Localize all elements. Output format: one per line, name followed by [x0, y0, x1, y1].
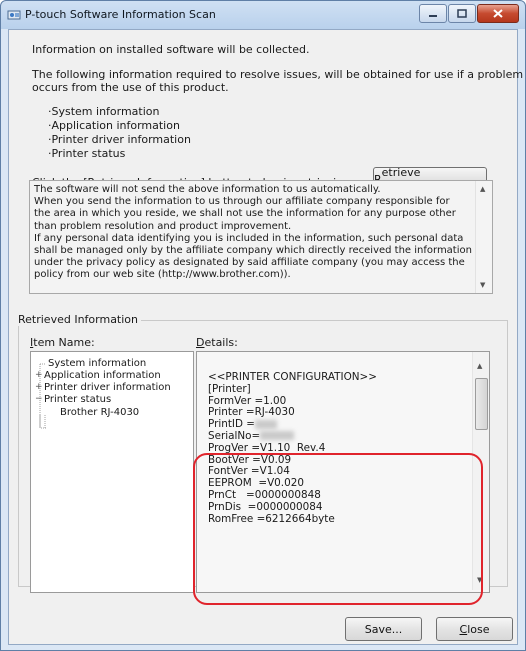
tree-item-printer-status[interactable]: Printer status: [44, 394, 111, 405]
app-icon: [7, 10, 21, 20]
details-highlight-outline: [193, 453, 483, 605]
intro-line-2a: The following information required to re…: [32, 68, 524, 81]
notice-line: the area in which you reside, we shall n…: [34, 208, 456, 220]
maximize-button[interactable]: [448, 4, 476, 23]
scroll-down-arrow-icon[interactable]: ▼: [480, 281, 485, 289]
bullet-printer-driver-info: ·Printer driver information: [48, 133, 191, 146]
retrieved-info-label: Retrieved Information: [18, 313, 142, 326]
tree-item-brother-rj-4030[interactable]: Brother RJ-4030: [60, 407, 139, 418]
close-label: lose: [467, 622, 490, 636]
window-title: P-touch Software Information Scan: [25, 8, 216, 21]
scroll-up-arrow-icon[interactable]: ▲: [480, 185, 485, 193]
notice-line: If any personal data identifying you is …: [34, 232, 464, 244]
serial-no-label: SerialNo=: [208, 429, 261, 442]
tree-expander-plus-icon[interactable]: +: [35, 382, 43, 392]
notice-line: than problem resolution and product impr…: [34, 220, 292, 232]
details-text: etails:: [204, 336, 238, 349]
details-label: Details:: [196, 336, 238, 349]
tree-item-printer-driver-information[interactable]: Printer driver information: [44, 382, 171, 393]
bullet-printer-status: ·Printer status: [48, 147, 126, 160]
redacted-value: [260, 431, 295, 441]
intro-line-2b: occurs from the use of this product.: [32, 81, 229, 94]
notice-line: When you send the information to us thro…: [34, 196, 450, 208]
print-id-label: PrintID =: [208, 418, 255, 431]
details-line: SerialNo=: [208, 429, 377, 443]
minimize-button[interactable]: [419, 4, 447, 23]
title-bar[interactable]: P-touch Software Information Scan: [1, 1, 525, 29]
maximize-icon: [457, 9, 467, 18]
notice-line: policy from our web site (http://www.bro…: [34, 269, 291, 281]
close-icon: [493, 9, 503, 18]
bullet-application-info: ·Application information: [48, 119, 180, 132]
details-line: [Printer]: [208, 382, 251, 395]
privacy-notice: The software will not send the above inf…: [29, 180, 493, 294]
tree-item-system-information[interactable]: System information: [48, 358, 146, 369]
tree-expander-minus-icon[interactable]: −: [35, 394, 43, 404]
scroll-up-arrow-icon[interactable]: ▲: [477, 362, 482, 370]
tree-expander-plus-icon[interactable]: +: [35, 370, 43, 380]
privacy-notice-text: The software will not send the above inf…: [34, 184, 472, 282]
caption-buttons: [419, 4, 519, 23]
minimize-icon: [429, 14, 437, 17]
bullet-system-info: ·System information: [48, 105, 160, 118]
item-tree[interactable]: System information + Application informa…: [30, 351, 194, 593]
intro-line-1: Information on installed software will b…: [32, 43, 310, 56]
scrollbar-thumb[interactable]: [475, 378, 488, 430]
close-button[interactable]: Close: [436, 617, 513, 641]
notice-line: under the privacy policy as designated b…: [34, 257, 465, 269]
notice-line: The software will not send the above inf…: [34, 184, 381, 195]
close-mnemonic: C: [459, 622, 468, 636]
tree-item-application-information[interactable]: Application information: [44, 370, 161, 381]
close-window-button[interactable]: [477, 4, 519, 23]
notice-line: shall be managed only by the affiliate c…: [34, 245, 472, 257]
app-window: P-touch Software Information Scan Inform…: [0, 0, 526, 651]
save-button[interactable]: Save...: [345, 617, 422, 641]
item-name-text: tem Name:: [33, 336, 95, 349]
redacted-value: [254, 419, 277, 429]
item-name-label: Item Name:: [30, 336, 95, 349]
notice-scrollbar[interactable]: ▲ ▼: [475, 181, 492, 293]
